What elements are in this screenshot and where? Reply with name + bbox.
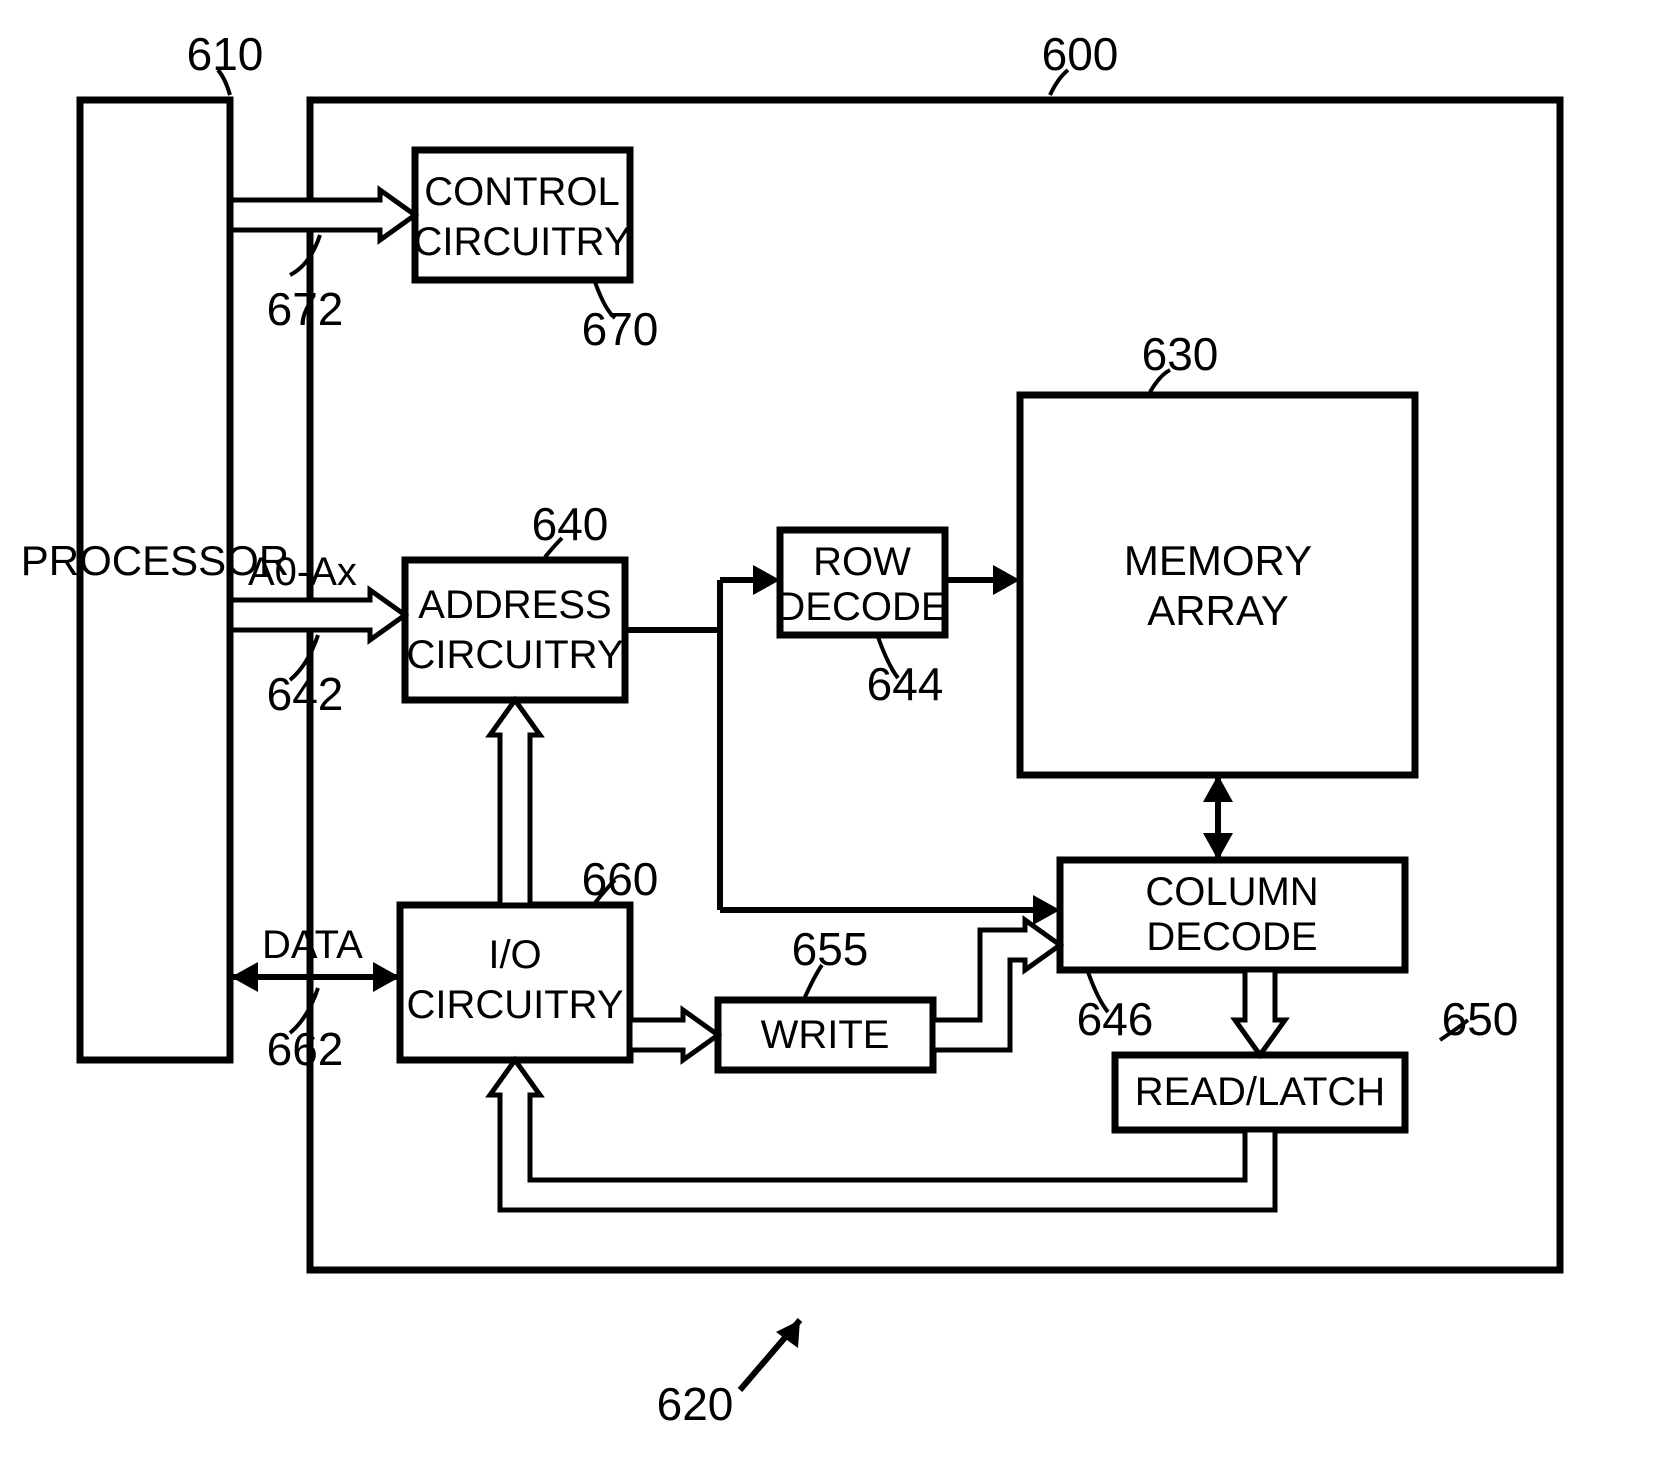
memory-array-label-1: MEMORY <box>1124 537 1312 584</box>
ref-672: 672 <box>267 283 344 335</box>
address-circuitry-label-1: ADDRESS <box>418 583 611 627</box>
write-label: WRITE <box>761 1013 890 1057</box>
ref-660: 660 <box>582 853 659 905</box>
memory-array-box <box>1020 395 1415 775</box>
ref-630: 630 <box>1142 328 1219 380</box>
column-decode-label-2: DECODE <box>1146 915 1317 959</box>
control-circuitry-label-2: CIRCUITRY <box>413 220 630 264</box>
ref-642: 642 <box>267 668 344 720</box>
ref-650: 650 <box>1442 993 1519 1045</box>
io-circuitry-label-1: I/O <box>488 933 541 977</box>
control-bus-arrow <box>231 190 415 240</box>
address-bus-arrow <box>231 590 405 640</box>
ref-655: 655 <box>792 923 869 975</box>
row-decode-label-2: DECODE <box>776 585 947 629</box>
ref-620: 620 <box>657 1378 734 1430</box>
ref-640: 640 <box>532 498 609 550</box>
ref-670: 670 <box>582 303 659 355</box>
ref-662: 662 <box>267 1023 344 1075</box>
ref-610: 610 <box>187 28 264 80</box>
ref-646: 646 <box>1077 993 1154 1045</box>
column-decode-label-1: COLUMN <box>1145 870 1318 914</box>
io-circuitry-label-2: CIRCUITRY <box>406 983 623 1027</box>
address-circuitry-box <box>405 560 625 700</box>
ref-644: 644 <box>867 658 944 710</box>
block-diagram: PROCESSOR CONTROL CIRCUITRY ADDRESS CIRC… <box>0 0 1668 1474</box>
ref-600: 600 <box>1042 28 1119 80</box>
control-circuitry-label-1: CONTROL <box>424 170 620 214</box>
memory-array-label-2: ARRAY <box>1147 587 1289 634</box>
read-latch-label: READ/LATCH <box>1135 1070 1385 1114</box>
address-bus-label: A0-Ax <box>248 550 357 594</box>
row-decode-label-1: ROW <box>813 540 911 584</box>
io-to-address <box>490 700 540 905</box>
data-bus-label: DATA <box>262 923 363 967</box>
address-circuitry-label-2: CIRCUITRY <box>406 633 623 677</box>
